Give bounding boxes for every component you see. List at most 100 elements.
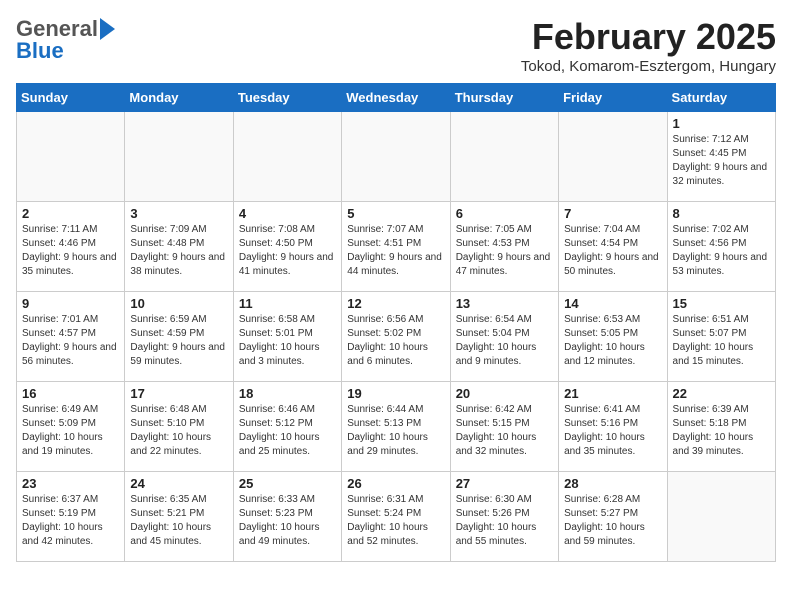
calendar-day-cell: 11 Sunrise: 6:58 AM Sunset: 5:01 PM Dayli… — [233, 292, 341, 382]
calendar-week-row: 16Sunrise: 6:49 AM Sunset: 5:09 PM Dayli… — [17, 382, 776, 472]
day-number: 8 — [673, 206, 770, 221]
day-detail: Sunrise: 7:08 AM Sunset: 4:50 PM Dayligh… — [239, 223, 336, 279]
calendar-day-cell: 26 Sunrise: 6:31 AM Sunset: 5:24 PM Dayli… — [342, 472, 450, 562]
calendar-header-row: SundayMondayTuesdayWednesdayThursdayFrid… — [17, 84, 776, 112]
day-number: 6 — [456, 206, 553, 221]
day-detail: Sunrise: 6:41 AM Sunset: 5:16 PM Dayligh… — [564, 403, 661, 459]
calendar-day-cell: 15 Sunrise: 6:51 AM Sunset: 5:07 PM Dayli… — [667, 292, 775, 382]
calendar-day-cell: 28 Sunrise: 6:28 AM Sunset: 5:27 PM Dayli… — [559, 472, 667, 562]
day-of-week-header: Sunday — [17, 84, 125, 112]
calendar-week-row: 23Sunrise: 6:37 AM Sunset: 5:19 PM Dayli… — [17, 472, 776, 562]
calendar-day-cell: 14 Sunrise: 6:53 AM Sunset: 5:05 PM Dayli… — [559, 292, 667, 382]
calendar-day-cell: 1 Sunrise: 7:12 AM Sunset: 4:45 PM Daylig… — [667, 112, 775, 202]
day-number: 20 — [456, 386, 553, 401]
day-number: 1 — [673, 116, 770, 131]
day-detail: Sunrise: 6:44 AM Sunset: 5:13 PM Dayligh… — [347, 403, 444, 459]
day-detail: Sunrise: 6:28 AM Sunset: 5:27 PM Dayligh… — [564, 493, 661, 549]
calendar-table: SundayMondayTuesdayWednesdayThursdayFrid… — [16, 83, 776, 562]
day-detail: Sunrise: 6:53 AM Sunset: 5:05 PM Dayligh… — [564, 313, 661, 369]
day-number: 25 — [239, 476, 336, 491]
day-of-week-header: Friday — [559, 84, 667, 112]
day-detail: Sunrise: 6:42 AM Sunset: 5:15 PM Dayligh… — [456, 403, 553, 459]
calendar-day-cell: 7 Sunrise: 7:04 AM Sunset: 4:54 PM Daylig… — [559, 202, 667, 292]
calendar-day-cell: 17Sunrise: 6:48 AM Sunset: 5:10 PM Dayli… — [125, 382, 233, 472]
day-detail: Sunrise: 6:46 AM Sunset: 5:12 PM Dayligh… — [239, 403, 336, 459]
calendar-day-cell: 23Sunrise: 6:37 AM Sunset: 5:19 PM Dayli… — [17, 472, 125, 562]
title-section: February 2025 Tokod, Komarom-Esztergom, … — [521, 16, 776, 75]
calendar-day-cell: 13 Sunrise: 6:54 AM Sunset: 5:04 PM Dayli… — [450, 292, 558, 382]
day-detail: Sunrise: 6:48 AM Sunset: 5:10 PM Dayligh… — [130, 403, 227, 459]
day-detail: Sunrise: 7:07 AM Sunset: 4:51 PM Dayligh… — [347, 223, 444, 279]
day-number: 15 — [673, 296, 770, 311]
calendar-day-cell: 16Sunrise: 6:49 AM Sunset: 5:09 PM Dayli… — [17, 382, 125, 472]
calendar-day-cell: 6 Sunrise: 7:05 AM Sunset: 4:53 PM Daylig… — [450, 202, 558, 292]
day-detail: Sunrise: 6:51 AM Sunset: 5:07 PM Dayligh… — [673, 313, 770, 369]
day-detail: Sunrise: 7:04 AM Sunset: 4:54 PM Dayligh… — [564, 223, 661, 279]
calendar-day-cell: 2 Sunrise: 7:11 AM Sunset: 4:46 PM Daylig… — [17, 202, 125, 292]
calendar-day-cell: 5 Sunrise: 7:07 AM Sunset: 4:51 PM Daylig… — [342, 202, 450, 292]
calendar-day-cell: 22Sunrise: 6:39 AM Sunset: 5:18 PM Dayli… — [667, 382, 775, 472]
day-number: 26 — [347, 476, 444, 491]
calendar-day-cell: 25Sunrise: 6:33 AM Sunset: 5:23 PM Dayli… — [233, 472, 341, 562]
calendar-week-row: 1 Sunrise: 7:12 AM Sunset: 4:45 PM Daylig… — [17, 112, 776, 202]
calendar-day-cell: 12Sunrise: 6:56 AM Sunset: 5:02 PM Dayli… — [342, 292, 450, 382]
day-of-week-header: Tuesday — [233, 84, 341, 112]
day-number: 19 — [347, 386, 444, 401]
day-number: 5 — [347, 206, 444, 221]
day-detail: Sunrise: 6:54 AM Sunset: 5:04 PM Dayligh… — [456, 313, 553, 369]
calendar-week-row: 9 Sunrise: 7:01 AM Sunset: 4:57 PM Daylig… — [17, 292, 776, 382]
day-detail: Sunrise: 6:37 AM Sunset: 5:19 PM Dayligh… — [22, 493, 119, 549]
day-detail: Sunrise: 6:31 AM Sunset: 5:24 PM Dayligh… — [347, 493, 444, 549]
day-number: 7 — [564, 206, 661, 221]
calendar-day-cell: 24 Sunrise: 6:35 AM Sunset: 5:21 PM Dayli… — [125, 472, 233, 562]
day-number: 18 — [239, 386, 336, 401]
calendar-day-cell — [125, 112, 233, 202]
calendar-day-cell: 9 Sunrise: 7:01 AM Sunset: 4:57 PM Daylig… — [17, 292, 125, 382]
day-number: 3 — [130, 206, 227, 221]
month-title: February 2025 — [521, 16, 776, 58]
day-detail: Sunrise: 6:35 AM Sunset: 5:21 PM Dayligh… — [130, 493, 227, 549]
calendar-day-cell — [559, 112, 667, 202]
location-title: Tokod, Komarom-Esztergom, Hungary — [521, 58, 776, 75]
day-number: 24 — [130, 476, 227, 491]
calendar-day-cell: 3 Sunrise: 7:09 AM Sunset: 4:48 PM Daylig… — [125, 202, 233, 292]
day-detail: Sunrise: 6:56 AM Sunset: 5:02 PM Dayligh… — [347, 313, 444, 369]
calendar-week-row: 2 Sunrise: 7:11 AM Sunset: 4:46 PM Daylig… — [17, 202, 776, 292]
calendar-day-cell: 20 Sunrise: 6:42 AM Sunset: 5:15 PM Dayli… — [450, 382, 558, 472]
logo-blue: Blue — [16, 38, 64, 64]
day-number: 27 — [456, 476, 553, 491]
calendar-day-cell — [17, 112, 125, 202]
day-detail: Sunrise: 7:11 AM Sunset: 4:46 PM Dayligh… — [22, 223, 119, 279]
calendar-day-cell: 21 Sunrise: 6:41 AM Sunset: 5:16 PM Dayli… — [559, 382, 667, 472]
day-detail: Sunrise: 7:01 AM Sunset: 4:57 PM Dayligh… — [22, 313, 119, 369]
day-of-week-header: Saturday — [667, 84, 775, 112]
calendar-day-cell: 8 Sunrise: 7:02 AM Sunset: 4:56 PM Daylig… — [667, 202, 775, 292]
day-detail: Sunrise: 7:05 AM Sunset: 4:53 PM Dayligh… — [456, 223, 553, 279]
calendar-body: 1 Sunrise: 7:12 AM Sunset: 4:45 PM Daylig… — [17, 112, 776, 562]
calendar-day-cell: 18 Sunrise: 6:46 AM Sunset: 5:12 PM Dayli… — [233, 382, 341, 472]
day-detail: Sunrise: 6:58 AM Sunset: 5:01 PM Dayligh… — [239, 313, 336, 369]
day-number: 2 — [22, 206, 119, 221]
day-number: 9 — [22, 296, 119, 311]
day-detail: Sunrise: 7:12 AM Sunset: 4:45 PM Dayligh… — [673, 133, 770, 189]
day-number: 4 — [239, 206, 336, 221]
calendar-day-cell — [667, 472, 775, 562]
day-of-week-header: Thursday — [450, 84, 558, 112]
logo: General Blue — [16, 16, 117, 64]
day-detail: Sunrise: 6:59 AM Sunset: 4:59 PM Dayligh… — [130, 313, 227, 369]
day-number: 13 — [456, 296, 553, 311]
calendar-day-cell: 10Sunrise: 6:59 AM Sunset: 4:59 PM Dayli… — [125, 292, 233, 382]
calendar-day-cell: 27 Sunrise: 6:30 AM Sunset: 5:26 PM Dayli… — [450, 472, 558, 562]
logo-arrow — [100, 18, 115, 40]
calendar-day-cell — [450, 112, 558, 202]
day-number: 11 — [239, 296, 336, 311]
day-number: 21 — [564, 386, 661, 401]
day-detail: Sunrise: 7:02 AM Sunset: 4:56 PM Dayligh… — [673, 223, 770, 279]
day-number: 28 — [564, 476, 661, 491]
day-detail: Sunrise: 6:30 AM Sunset: 5:26 PM Dayligh… — [456, 493, 553, 549]
day-number: 22 — [673, 386, 770, 401]
day-number: 14 — [564, 296, 661, 311]
calendar-day-cell — [342, 112, 450, 202]
day-detail: Sunrise: 7:09 AM Sunset: 4:48 PM Dayligh… — [130, 223, 227, 279]
calendar-day-cell: 19 Sunrise: 6:44 AM Sunset: 5:13 PM Dayli… — [342, 382, 450, 472]
